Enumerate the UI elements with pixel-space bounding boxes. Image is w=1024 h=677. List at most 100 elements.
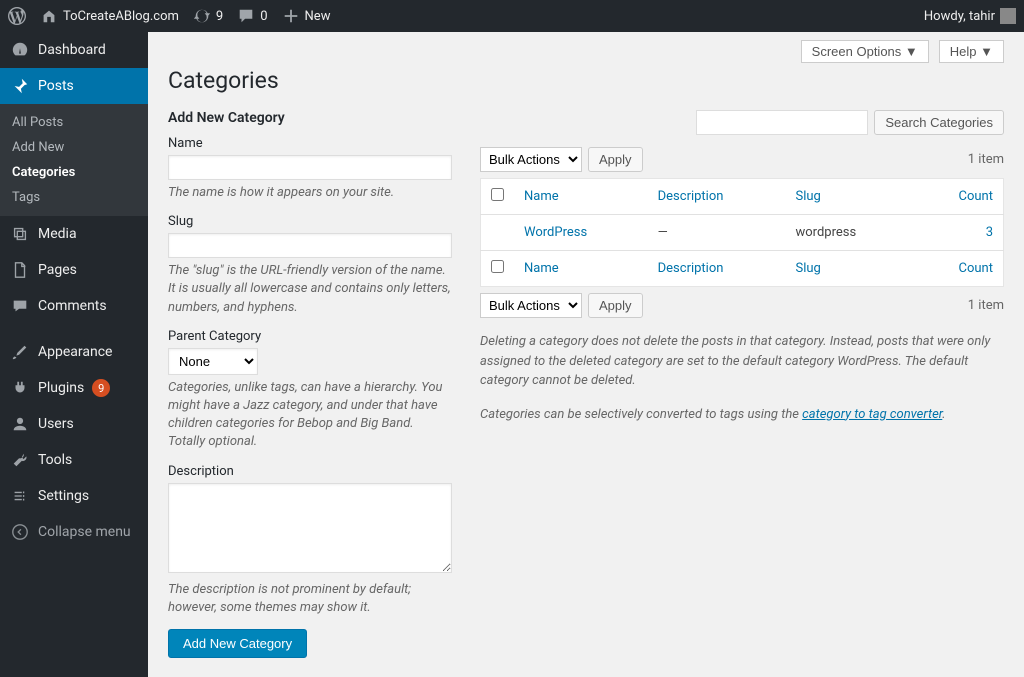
slug-label: Slug [168, 214, 452, 229]
table-row: WordPress — wordpress 3 [481, 215, 1004, 251]
plug-icon [10, 378, 30, 398]
sub-tags[interactable]: Tags [0, 185, 148, 210]
row-description: — [648, 215, 786, 251]
search-button[interactable]: Search Categories [874, 110, 1004, 135]
menu-label: Dashboard [38, 42, 106, 58]
wrench-icon [10, 450, 30, 470]
user-greeting[interactable]: Howdy, tahir [924, 8, 1016, 24]
comments-link[interactable]: 0 [237, 7, 267, 25]
col-count-foot[interactable]: Count [915, 251, 1003, 287]
sub-categories[interactable]: Categories [0, 160, 148, 185]
col-description-foot[interactable]: Description [648, 251, 786, 287]
collapse-menu[interactable]: Collapse menu [0, 514, 148, 550]
bulk-actions-top[interactable]: Bulk Actions [480, 147, 582, 172]
updates-count: 9 [216, 9, 223, 24]
menu-dashboard[interactable]: Dashboard [0, 32, 148, 68]
name-input[interactable] [168, 155, 452, 180]
menu-comments[interactable]: Comments [0, 288, 148, 324]
admin-bar: ToCreateABlog.com 9 0 New Howdy, tahir [0, 0, 1024, 32]
help-button[interactable]: Help ▼ [939, 40, 1004, 63]
parent-label: Parent Category [168, 329, 452, 344]
slug-help: The "slug" is the URL-friendly version o… [168, 262, 452, 317]
select-all-top[interactable] [491, 188, 504, 201]
plugins-badge: 9 [92, 379, 110, 397]
col-name[interactable]: Name [514, 179, 648, 215]
menu-label: Posts [38, 78, 74, 94]
screen-options-button[interactable]: Screen Options ▼ [801, 40, 929, 63]
select-all-bottom[interactable] [491, 260, 504, 273]
site-name: ToCreateABlog.com [63, 9, 179, 24]
new-label: New [305, 9, 331, 24]
name-label: Name [168, 136, 452, 151]
convert-note-post: . [942, 407, 945, 422]
menu-media[interactable]: Media [0, 216, 148, 252]
menu-users[interactable]: Users [0, 406, 148, 442]
desc-help: The description is not prominent by defa… [168, 581, 452, 617]
add-category-button[interactable]: Add New Category [168, 629, 307, 658]
comment-icon [237, 7, 255, 25]
settings-icon [10, 486, 30, 506]
submenu-posts: All Posts Add New Categories Tags [0, 104, 148, 216]
bulk-actions-bottom[interactable]: Bulk Actions [480, 293, 582, 318]
menu-pages[interactable]: Pages [0, 252, 148, 288]
apply-bottom-button[interactable]: Apply [588, 293, 643, 318]
row-count-link[interactable]: 3 [986, 225, 993, 240]
user-icon [10, 414, 30, 434]
col-slug[interactable]: Slug [785, 179, 915, 215]
menu-appearance[interactable]: Appearance [0, 334, 148, 370]
form-title: Add New Category [168, 110, 452, 126]
update-icon [193, 7, 211, 25]
desc-textarea[interactable] [168, 483, 452, 573]
updates-link[interactable]: 9 [193, 7, 223, 25]
menu-tools[interactable]: Tools [0, 442, 148, 478]
menu-label: Collapse menu [38, 524, 131, 540]
wp-logo[interactable] [8, 7, 26, 25]
menu-label: Settings [38, 488, 89, 504]
greeting-text: Howdy, tahir [924, 9, 995, 24]
col-count[interactable]: Count [915, 179, 1003, 215]
menu-label: Appearance [38, 344, 112, 360]
menu-label: Media [38, 226, 77, 242]
convert-note-pre: Categories can be selectively converted … [480, 407, 802, 422]
wordpress-icon [8, 7, 26, 25]
row-slug: wordpress [785, 215, 915, 251]
home-icon [40, 7, 58, 25]
apply-top-button[interactable]: Apply [588, 147, 643, 172]
category-converter-link[interactable]: category to tag converter [802, 407, 942, 422]
menu-label: Users [38, 416, 74, 432]
menu-label: Comments [38, 298, 107, 314]
row-name-link[interactable]: WordPress [524, 225, 587, 240]
menu-settings[interactable]: Settings [0, 478, 148, 514]
comments-count: 0 [260, 9, 267, 24]
menu-posts[interactable]: Posts [0, 68, 148, 104]
avatar [1000, 8, 1016, 24]
col-slug-foot[interactable]: Slug [785, 251, 915, 287]
site-link[interactable]: ToCreateABlog.com [40, 7, 179, 25]
parent-select[interactable]: None [168, 348, 258, 375]
col-description[interactable]: Description [648, 179, 786, 215]
sub-add-new[interactable]: Add New [0, 135, 148, 160]
admin-sidebar: Dashboard Posts All Posts Add New Catego… [0, 32, 148, 677]
add-category-form: Add New Category Name The name is how it… [168, 110, 452, 658]
media-icon [10, 224, 30, 244]
dashboard-icon [10, 40, 30, 60]
menu-label: Tools [38, 452, 72, 468]
search-input[interactable] [696, 110, 868, 135]
pin-icon [10, 76, 30, 96]
name-help: The name is how it appears on your site. [168, 184, 452, 202]
item-count-top: 1 item [968, 152, 1004, 167]
help-label: Help [950, 44, 977, 59]
plus-icon [282, 7, 300, 25]
comment-icon [10, 296, 30, 316]
menu-label: Pages [38, 262, 77, 278]
new-link[interactable]: New [282, 7, 331, 25]
slug-input[interactable] [168, 233, 452, 258]
menu-plugins[interactable]: Plugins 9 [0, 370, 148, 406]
page-title: Categories [168, 67, 1004, 94]
delete-note: Deleting a category does not delete the … [480, 332, 1004, 391]
main-content: Screen Options ▼ Help ▼ Categories Add N… [148, 32, 1024, 677]
sub-all-posts[interactable]: All Posts [0, 110, 148, 135]
categories-list-panel: Search Categories Bulk Actions Apply 1 i… [480, 110, 1004, 658]
col-name-foot[interactable]: Name [514, 251, 648, 287]
convert-note: Categories can be selectively converted … [480, 405, 1004, 425]
